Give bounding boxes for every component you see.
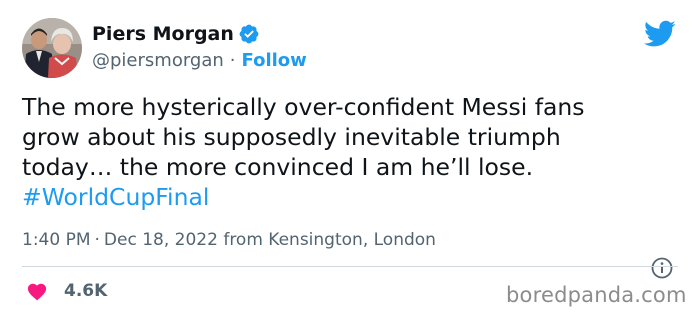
avatar-image	[22, 18, 82, 78]
meta-separator: ·	[94, 230, 100, 250]
tweet-text-line: The more hysterically over-confident Mes…	[22, 93, 585, 121]
divider	[22, 266, 678, 267]
twitter-bird-icon[interactable]	[644, 20, 676, 48]
author-name-row[interactable]: Piers Morgan	[92, 22, 260, 46]
author-display-name[interactable]: Piers Morgan	[92, 22, 234, 46]
like-count: 4.6K	[64, 281, 108, 301]
info-icon[interactable]	[650, 256, 674, 280]
like-button[interactable]: 4.6K	[26, 281, 107, 301]
tweet-text-line: grow about his supposedly inevitable tri…	[22, 123, 561, 151]
tweet-meta: 1:40 PM · Dec 18, 2022 from Kensington, Lo…	[22, 228, 436, 252]
tweet-date[interactable]: Dec 18, 2022	[104, 230, 218, 250]
heart-icon[interactable]	[26, 281, 48, 301]
tweet-text: The more hysterically over-confident Mes…	[22, 92, 682, 212]
follow-button[interactable]: Follow	[242, 50, 307, 71]
hashtag-link[interactable]: #WorldCupFinal	[22, 182, 682, 212]
tweet-text-line: today… the more convinced I am he’ll los…	[22, 153, 534, 181]
handle-row: @piersmorgan · Follow	[92, 49, 307, 73]
verified-badge-icon	[238, 23, 260, 45]
author-handle[interactable]: @piersmorgan	[92, 50, 224, 71]
handle-separator: ·	[229, 50, 236, 71]
avatar[interactable]	[22, 18, 82, 78]
tweet-time[interactable]: 1:40 PM	[22, 230, 91, 250]
tweet-location: from Kensington, London	[223, 230, 436, 250]
watermark: boredpanda.com	[506, 283, 687, 307]
